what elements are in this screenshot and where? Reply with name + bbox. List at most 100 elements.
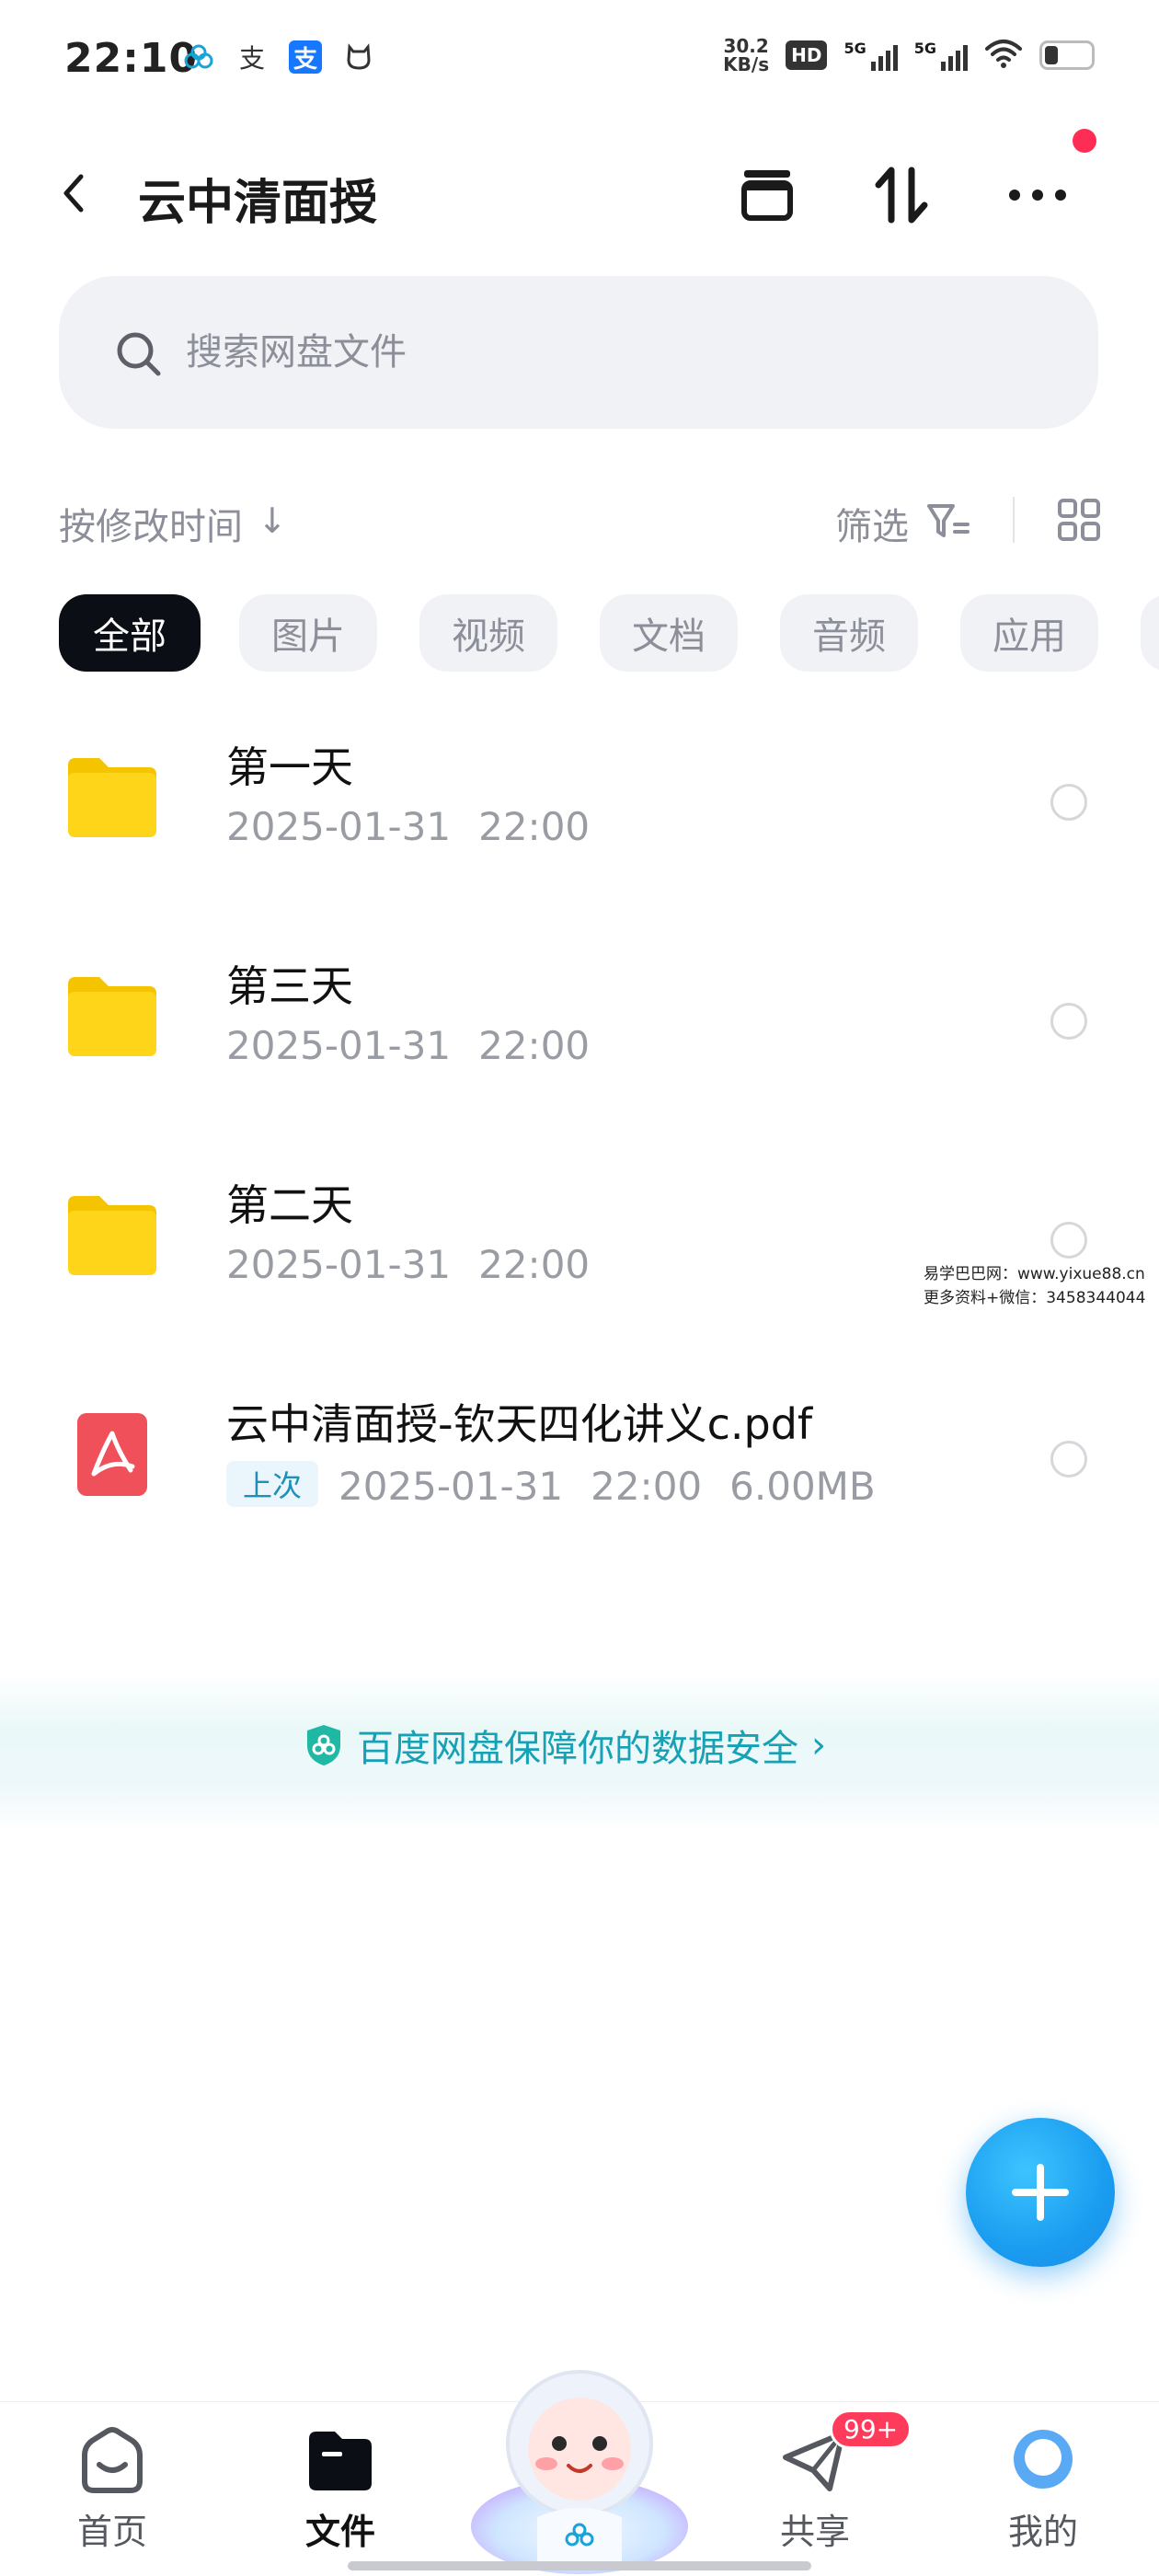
chip-documents[interactable]: 文档 xyxy=(600,594,738,672)
security-banner[interactable]: 百度网盘保障你的数据安全 › xyxy=(0,1674,1159,1831)
page-title: 云中清面授 xyxy=(138,176,378,231)
sort-filter-row: 按修改时间 ↓ 筛选 xyxy=(0,488,1159,552)
mascot-icon xyxy=(471,2370,688,2574)
signal-1-label: 5G xyxy=(843,40,866,57)
security-banner-content: 百度网盘保障你的数据安全 › xyxy=(304,1719,826,1772)
nav-mine[interactable]: 我的 xyxy=(970,2424,1117,2553)
search-icon xyxy=(117,332,161,376)
status-app-icons: 支 支 xyxy=(182,40,375,74)
more-button[interactable] xyxy=(1001,158,1074,232)
watermark-line-1: 易学巴巴网：www.yixue88.cn xyxy=(924,1265,1145,1283)
hd-voice-icon: HD xyxy=(786,40,828,70)
battery-icon xyxy=(1039,40,1095,70)
more-icon xyxy=(1009,190,1066,201)
watermark-text: 易学巴巴网：www.yixue88.cn 更多资料+微信：3458344044 xyxy=(924,1262,1145,1310)
nav-share[interactable]: 共享 99+ xyxy=(741,2409,912,2553)
file-meta: 2025-01-31 22:00 xyxy=(226,1242,590,1287)
grid-view-icon[interactable] xyxy=(1056,497,1102,543)
nav-home-label: 首页 xyxy=(76,2512,147,2552)
file-time: 22:00 xyxy=(591,1464,703,1509)
filter-button[interactable]: 筛选 xyxy=(835,497,909,550)
archive-button[interactable] xyxy=(730,158,804,232)
nav-share-label: 共享 xyxy=(779,2512,850,2552)
file-name: 云中清面授-钦天四化讲义c.pdf xyxy=(226,1399,813,1449)
select-radio[interactable] xyxy=(1050,1222,1087,1259)
file-time: 22:00 xyxy=(478,1242,591,1287)
folder-icon xyxy=(68,977,156,1056)
add-button[interactable] xyxy=(966,2118,1115,2267)
transfer-button[interactable] xyxy=(865,158,938,232)
file-size: 6.00MB xyxy=(729,1464,876,1509)
nav-files-label: 文件 xyxy=(304,2512,375,2552)
last-opened-tag: 上次 xyxy=(226,1461,319,1507)
status-right-icons: 30.2 KB/s HD 5G 5G xyxy=(723,37,1095,74)
profile-avatar-icon xyxy=(1014,2430,1073,2489)
notification-dot xyxy=(1073,129,1096,153)
back-arrow-icon xyxy=(63,174,84,213)
file-date: 2025-01-31 xyxy=(339,1464,564,1509)
file-meta: 上次 2025-01-31 22:00 6.00MB xyxy=(226,1461,876,1509)
share-badge: 99+ xyxy=(830,2409,912,2449)
sort-direction-icon[interactable]: ↓ xyxy=(258,500,287,541)
files-icon xyxy=(309,2432,372,2490)
home-icon xyxy=(82,2427,143,2493)
chip-videos[interactable]: 视频 xyxy=(419,594,557,672)
nav-files[interactable]: 文件 xyxy=(267,2424,414,2553)
alipay-icon: 支 xyxy=(289,40,322,74)
folder-icon xyxy=(68,1196,156,1275)
file-meta: 2025-01-31 22:00 xyxy=(226,1023,590,1068)
chip-all[interactable]: 全部 xyxy=(59,594,201,672)
status-bar: 22:10 支 支 30.2 KB/s HD 5G 5G xyxy=(0,0,1159,120)
security-banner-text: 百度网盘保障你的数据安全 xyxy=(357,1728,798,1770)
file-name: 第二天 xyxy=(226,1180,353,1230)
file-time: 22:00 xyxy=(478,804,591,849)
chevron-right-icon: › xyxy=(811,1724,826,1766)
alipay-outline-icon: 支 xyxy=(238,43,265,74)
transfer-icon xyxy=(875,167,928,224)
folder-icon xyxy=(68,758,156,837)
cat-icon xyxy=(342,40,375,74)
plus-icon xyxy=(1012,2164,1069,2221)
home-indicator xyxy=(348,2561,811,2570)
status-time: 22:10 xyxy=(64,35,199,82)
file-row[interactable]: 第三天 2025-01-31 22:00 xyxy=(0,933,1159,1117)
network-speed-unit: KB/s xyxy=(723,53,770,75)
file-meta: 2025-01-31 22:00 xyxy=(226,804,590,849)
signal-2-label: 5G xyxy=(913,40,936,57)
file-row[interactable]: 云中清面授-钦天四化讲义c.pdf 上次 2025-01-31 22:00 6.00M… xyxy=(0,1371,1159,1555)
wifi-icon xyxy=(984,38,1023,73)
archive-icon xyxy=(741,170,793,221)
baidu-netdisk-icon xyxy=(182,40,215,74)
sort-button[interactable]: 按修改时间 xyxy=(59,497,243,550)
shield-icon xyxy=(307,1725,340,1765)
file-date: 2025-01-31 xyxy=(226,1242,452,1287)
chip-apps[interactable]: 应用 xyxy=(960,594,1098,672)
chip-more[interactable] xyxy=(1141,594,1159,672)
select-radio[interactable] xyxy=(1050,1441,1087,1478)
filter-icon[interactable] xyxy=(925,500,971,543)
category-chips: 全部 图片 视频 文档 音频 应用 xyxy=(0,594,1159,673)
file-time: 22:00 xyxy=(478,1023,591,1068)
file-date: 2025-01-31 xyxy=(226,1023,452,1068)
watermark-line-2: 更多资料+微信：3458344044 xyxy=(924,1289,1146,1307)
app-header: 云中清面授 xyxy=(0,147,1159,239)
select-radio[interactable] xyxy=(1050,1003,1087,1040)
chip-audio[interactable]: 音频 xyxy=(780,594,918,672)
file-name: 第三天 xyxy=(226,961,353,1011)
nav-mine-label: 我的 xyxy=(1007,2512,1078,2552)
search-bar[interactable] xyxy=(59,276,1098,429)
nav-home[interactable]: 首页 xyxy=(39,2424,186,2553)
signal-1-icon: 5G xyxy=(843,40,898,71)
mascot-assistant-button[interactable] xyxy=(458,2333,701,2576)
back-button[interactable] xyxy=(53,167,99,219)
pdf-file-icon xyxy=(77,1413,147,1496)
file-row[interactable]: 第一天 2025-01-31 22:00 xyxy=(0,714,1159,898)
signal-2-icon: 5G xyxy=(914,40,968,71)
search-input[interactable] xyxy=(186,322,922,383)
divider xyxy=(1013,497,1015,543)
chip-images[interactable]: 图片 xyxy=(239,594,377,672)
file-name: 第一天 xyxy=(226,742,353,792)
network-speed: 30.2 KB/s xyxy=(723,37,769,74)
file-date: 2025-01-31 xyxy=(226,804,452,849)
select-radio[interactable] xyxy=(1050,784,1087,821)
